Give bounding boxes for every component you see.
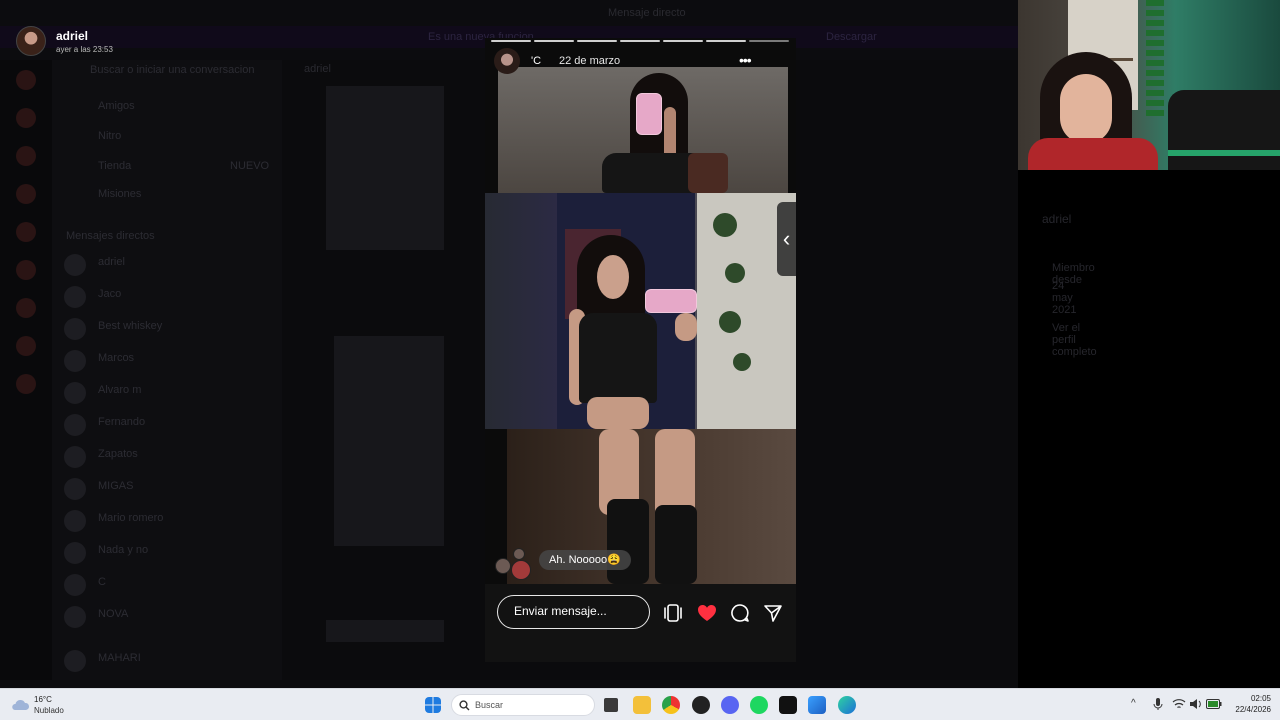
- dm-item[interactable]: Nada y no: [64, 542, 264, 564]
- comment-icon[interactable]: [729, 602, 751, 624]
- profile-name: adriel: [1042, 212, 1072, 226]
- search-label: Buscar: [475, 700, 504, 710]
- chat-user: adriel: [304, 63, 331, 75]
- chrome-icon[interactable]: [662, 696, 680, 714]
- sidebar-search[interactable]: Buscar o iniciar una conversacion: [64, 64, 264, 80]
- story-progress: [491, 40, 789, 43]
- server-icon[interactable]: [16, 336, 36, 356]
- clock-time: 02:05: [1250, 694, 1271, 703]
- server-icon[interactable]: [16, 108, 36, 128]
- search-icon: [459, 700, 470, 711]
- progress-segment: [491, 40, 531, 42]
- story-handle[interactable]: 'C: [531, 55, 541, 67]
- microphone-icon[interactable]: [1153, 697, 1163, 711]
- progress-segment: [749, 40, 789, 42]
- sidebar-item-nitro[interactable]: Nitro: [64, 130, 264, 146]
- story-avatar[interactable]: [494, 48, 520, 74]
- task-view-icon[interactable]: [604, 698, 618, 712]
- more-options-icon[interactable]: •••: [739, 52, 752, 68]
- server-icon[interactable]: [16, 298, 36, 318]
- profile-link[interactable]: Ver el perfil completo: [1052, 322, 1097, 358]
- discord-icon[interactable]: [721, 696, 739, 714]
- story-date: 22 de marzo: [559, 55, 621, 67]
- weather-widget[interactable]: 16°C Nublado: [10, 693, 100, 717]
- next-story-chevron-icon[interactable]: ‹: [777, 202, 796, 276]
- story-viewer: ‹ 'C 22 de marzo ••• Ah. Nooooo😩 Enviar …: [485, 38, 796, 662]
- send-icon[interactable]: [762, 602, 784, 624]
- system-clock[interactable]: 02:05 22/4/2026: [1227, 693, 1271, 715]
- dm-item[interactable]: Fernando: [64, 414, 264, 436]
- capcut-icon[interactable]: [779, 696, 797, 714]
- photos-icon[interactable]: [808, 696, 826, 714]
- taskbar: 16°C Nublado Buscar ^ 02:05 22/4/2026: [0, 688, 1280, 720]
- dm-item[interactable]: Marcos: [64, 350, 264, 372]
- webcam-overlay: [1018, 0, 1280, 170]
- story-footer: Enviar mensaje...: [485, 584, 796, 662]
- dm-item[interactable]: Zapatos: [64, 446, 264, 468]
- profile-date: 24 may 2021: [1052, 280, 1077, 316]
- shared-story-card[interactable]: [326, 86, 444, 250]
- story-photo-top: [498, 67, 788, 193]
- windows-start-icon[interactable]: [425, 697, 441, 713]
- reply-avatar: [513, 548, 525, 560]
- message-input[interactable]: Enviar mensaje...: [497, 595, 650, 629]
- server-icon[interactable]: [16, 184, 36, 204]
- reply-avatar: [511, 560, 531, 580]
- server-icon[interactable]: [16, 260, 36, 280]
- heart-icon[interactable]: [696, 602, 718, 624]
- wifi-icon[interactable]: [1172, 698, 1186, 710]
- temperature: 16°C: [34, 695, 52, 704]
- server-icon[interactable]: [16, 374, 36, 394]
- weather-condition: Nublado: [34, 706, 64, 715]
- file-explorer-icon[interactable]: [633, 696, 651, 714]
- reply-bubble: Ah. Nooooo😩: [539, 550, 631, 570]
- server-icon[interactable]: [16, 70, 36, 90]
- dm-item[interactable]: MIGAS: [64, 478, 264, 500]
- clock-date: 22/4/2026: [1235, 705, 1271, 714]
- dm-item[interactable]: Alvaro m: [64, 382, 264, 404]
- screen: Es una nueva funcion Descargar Mensaje d…: [0, 0, 1280, 720]
- server-icon[interactable]: [16, 222, 36, 242]
- new-badge: NUEVO: [230, 160, 270, 172]
- spotify-icon[interactable]: [750, 696, 768, 714]
- dm-item[interactable]: Jaco: [64, 286, 264, 308]
- cloud-icon: [12, 699, 30, 710]
- progress-segment: [577, 40, 617, 42]
- story-photo-middle: [485, 193, 796, 429]
- dm-item[interactable]: Best whiskey: [64, 318, 264, 340]
- dm-item[interactable]: adriel: [64, 254, 264, 276]
- volume-icon[interactable]: [1189, 698, 1203, 710]
- post-time: ayer a las 23:53: [56, 45, 113, 54]
- dm-item[interactable]: Mario romero: [64, 510, 264, 532]
- progress-segment: [706, 40, 746, 42]
- progress-segment: [534, 40, 574, 42]
- avatar[interactable]: [16, 26, 46, 56]
- server-icon[interactable]: [16, 146, 36, 166]
- shared-story-card[interactable]: [334, 336, 444, 546]
- chevron-up-icon[interactable]: ^: [1131, 698, 1136, 709]
- obs-icon[interactable]: [692, 696, 710, 714]
- story-header: 'C 22 de marzo •••: [485, 48, 796, 74]
- dm-header: Mensajes directos: [66, 230, 155, 242]
- app-title: Mensaje directo: [608, 7, 686, 19]
- carousel-icon[interactable]: [662, 602, 684, 624]
- progress-segment: [663, 40, 703, 42]
- self-panel[interactable]: MAHARI: [64, 650, 264, 672]
- sidebar-item-friends[interactable]: Amigos: [64, 100, 264, 116]
- sidebar-item-quests[interactable]: Misiones: [64, 188, 264, 204]
- dm-sidebar: Buscar o iniciar una conversacion Amigos…: [52, 60, 282, 680]
- message-input-bg[interactable]: [326, 620, 444, 642]
- sidebar-item-shop[interactable]: Tienda NUEVO: [64, 160, 269, 176]
- dm-item[interactable]: NOVA: [64, 606, 264, 628]
- edge-icon[interactable]: [838, 696, 856, 714]
- dm-item[interactable]: C: [64, 574, 264, 596]
- user-name[interactable]: adriel: [56, 29, 88, 43]
- banner-button[interactable]: Descargar: [826, 31, 877, 43]
- progress-segment: [620, 40, 660, 42]
- reply-avatar: [495, 558, 511, 574]
- server-rail: [0, 60, 52, 680]
- battery-icon[interactable]: [1206, 699, 1222, 709]
- taskbar-search[interactable]: Buscar: [451, 694, 595, 716]
